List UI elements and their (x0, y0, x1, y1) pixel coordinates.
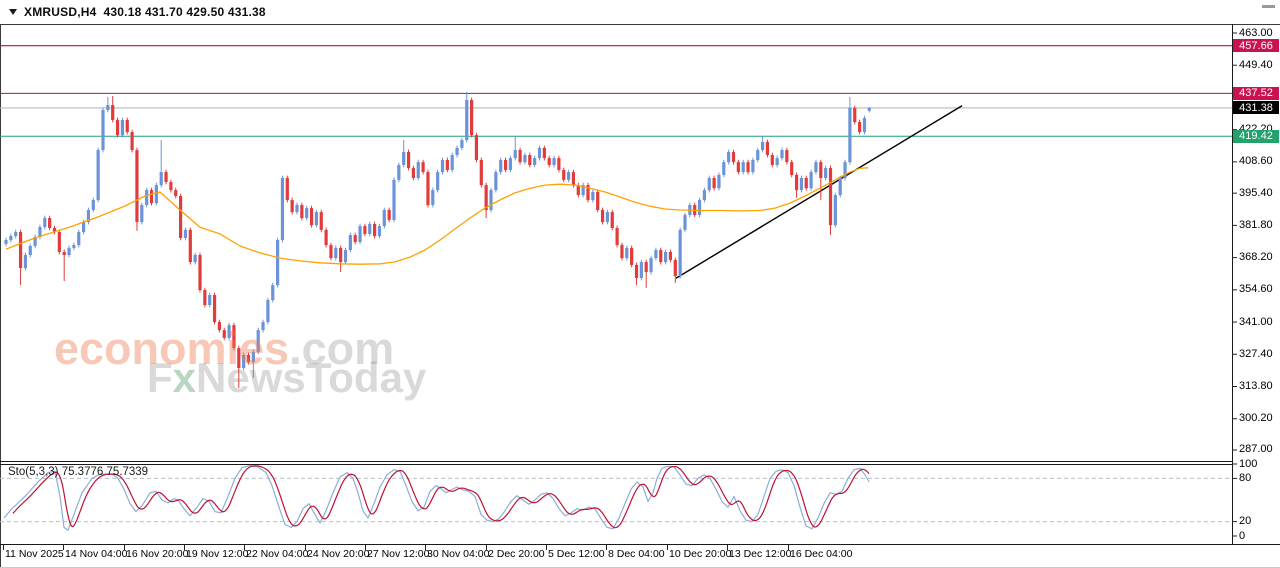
watermark-subtitle: FxNewsToday (147, 354, 426, 402)
chart-window: XMRUSD,H4 430.18 431.70 429.50 431.38 ec… (0, 0, 1280, 568)
time-tick-label: 5 Dec 12:00 (548, 548, 605, 560)
sto-level-label: 0 (1239, 530, 1245, 542)
time-tick-label: 30 Nov 04:00 (427, 548, 489, 560)
chart-titlebar: XMRUSD,H4 430.18 431.70 429.50 431.38 (0, 0, 1280, 24)
price-tick-label: 354.60 (1239, 283, 1273, 295)
price-tick-label: 463.00 (1239, 27, 1273, 39)
chart-title: XMRUSD,H4 430.18 431.70 429.50 431.38 (24, 5, 266, 19)
price-tick-label: 327.40 (1239, 348, 1273, 360)
time-tick-label: 10 Dec 20:00 (669, 548, 731, 560)
price-tick-label: 341.00 (1239, 316, 1273, 328)
time-tick-label: 16 Nov 20:00 (126, 548, 188, 560)
watermark-sub-rest: NewsToday (196, 354, 426, 401)
price-badge-431.38: 431.38 (1233, 101, 1279, 114)
indicator-label: Sto(5,3,3) 75.3776 75.7339 (8, 466, 148, 478)
price-badge-457.66: 457.66 (1233, 39, 1279, 52)
price-tick-label: 449.40 (1239, 59, 1273, 71)
trendline (676, 106, 962, 278)
price-tick-label: 395.40 (1239, 187, 1273, 199)
price-tick-label: 381.80 (1239, 219, 1273, 231)
price-tick-label: 300.20 (1239, 412, 1273, 424)
time-tick-label: 24 Nov 20:00 (307, 548, 369, 560)
time-tick-label: 16 Dec 04:00 (790, 548, 852, 560)
watermark-sub-f: F (147, 354, 173, 401)
sto-level-label: 80 (1239, 472, 1251, 484)
sto-level-label: 100 (1239, 458, 1257, 470)
time-tick-label: 19 Nov 12:00 (186, 548, 248, 560)
price-badge-419.42: 419.42 (1233, 130, 1279, 143)
time-tick-label: 8 Dec 04:00 (608, 548, 665, 560)
time-tick-label: 2 Dec 20:00 (488, 548, 545, 560)
price-badge-437.52: 437.52 (1233, 87, 1279, 100)
symbol-dropdown-icon[interactable] (9, 9, 17, 15)
watermark-sub-x: x (173, 354, 196, 401)
window-control-artifact (1262, 5, 1275, 8)
sto-level-label: 20 (1239, 515, 1251, 527)
chart-canvas[interactable] (0, 0, 1280, 567)
price-tick-label: 368.20 (1239, 251, 1273, 263)
time-tick-label: 27 Nov 12:00 (367, 548, 429, 560)
price-tick-label: 287.00 (1239, 443, 1273, 455)
time-tick-label: 22 Nov 04:00 (246, 548, 308, 560)
price-tick-label: 313.80 (1239, 380, 1273, 392)
time-tick-label: 11 Nov 2025 (5, 548, 64, 560)
price-tick-label: 408.60 (1239, 155, 1273, 167)
time-tick-label: 13 Dec 12:00 (729, 548, 791, 560)
time-tick-label: 14 Nov 04:00 (65, 548, 127, 560)
